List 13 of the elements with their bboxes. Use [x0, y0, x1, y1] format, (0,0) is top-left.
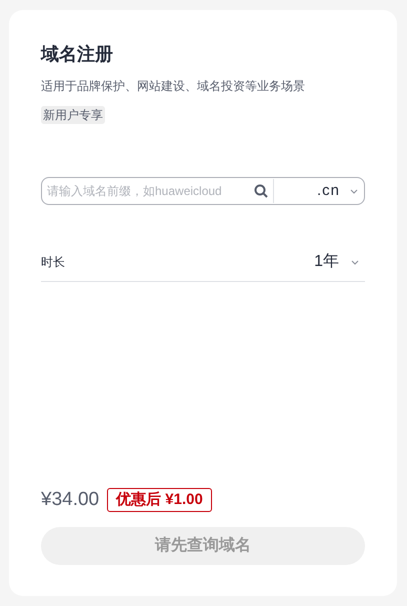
duration-dropdown[interactable]: 1年	[314, 250, 365, 274]
caret-icon	[351, 260, 359, 264]
card-title: 域名注册	[41, 43, 114, 66]
subtitle: 适用于品牌保护、网站建设、域名投资等业务场景	[41, 78, 306, 94]
original-price: ¥34.00	[41, 488, 100, 512]
domain-input[interactable]: 请输入域名前缀，如huaweicloud	[42, 182, 254, 200]
domain-search-field[interactable]: 请输入域名前缀，如huaweicloud .cn	[41, 177, 365, 205]
duration-label: 时长	[41, 254, 65, 271]
suffix-dropdown[interactable]: .cn	[274, 178, 364, 204]
promo-tag: 新用户专享	[41, 106, 105, 124]
caret-icon	[350, 188, 358, 194]
discount-price: 优惠后 ¥1.00	[107, 488, 212, 512]
search-icon[interactable]	[254, 184, 268, 198]
